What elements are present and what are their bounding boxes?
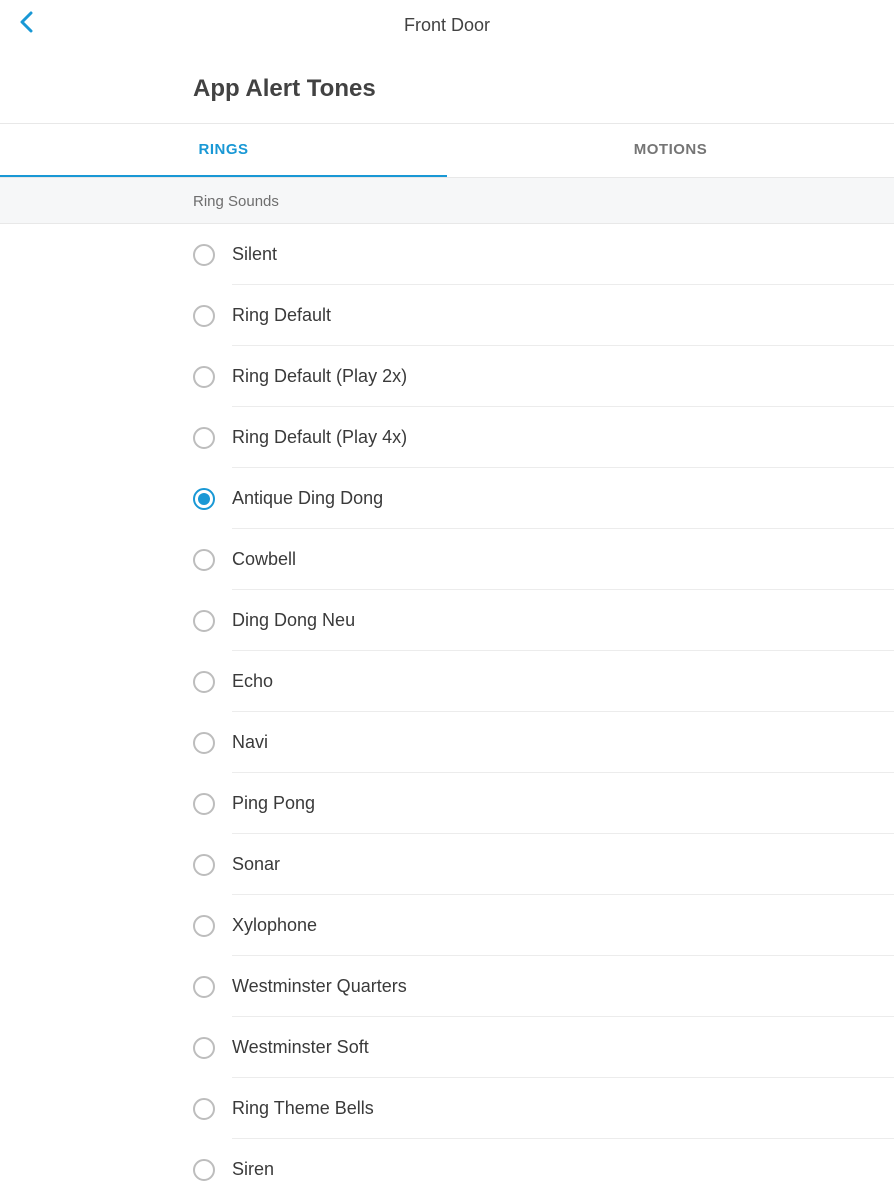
sound-option-content: Ping Pong (232, 773, 894, 834)
sound-option[interactable]: Westminster Soft (0, 1017, 894, 1078)
sound-option-content: Sonar (232, 834, 894, 895)
sound-option[interactable]: Ping Pong (0, 773, 894, 834)
radio-button[interactable] (193, 244, 215, 266)
sound-option-content: Antique Ding Dong (232, 468, 894, 529)
sound-option[interactable]: Navi (0, 712, 894, 773)
radio-button[interactable] (193, 793, 215, 815)
radio-button[interactable] (193, 488, 215, 510)
sound-label: Silent (232, 244, 277, 265)
tab-motions[interactable]: MOTIONS (447, 124, 894, 177)
sound-label: Ding Dong Neu (232, 610, 355, 631)
sound-option[interactable]: Ring Theme Bells (0, 1078, 894, 1139)
sound-label: Antique Ding Dong (232, 488, 383, 509)
sound-option-content: Westminster Quarters (232, 956, 894, 1017)
sound-label: Navi (232, 732, 268, 753)
radio-button[interactable] (193, 1037, 215, 1059)
section-header: Ring Sounds (0, 178, 894, 224)
radio-button[interactable] (193, 732, 215, 754)
sound-label: Sonar (232, 854, 280, 875)
sound-label: Xylophone (232, 915, 317, 936)
sound-option-content: Cowbell (232, 529, 894, 590)
sound-label: Ring Default (232, 305, 331, 326)
radio-button[interactable] (193, 976, 215, 998)
radio-button[interactable] (193, 1098, 215, 1120)
radio-button[interactable] (193, 1159, 215, 1181)
sound-label: Westminster Quarters (232, 976, 407, 997)
sound-option[interactable]: Ding Dong Neu (0, 590, 894, 651)
sound-option[interactable]: Ring Default (Play 2x) (0, 346, 894, 407)
sound-option[interactable]: Xylophone (0, 895, 894, 956)
chevron-left-icon (19, 11, 33, 33)
sound-option-content: Westminster Soft (232, 1017, 894, 1078)
tabs: RINGSMOTIONS (0, 123, 894, 178)
sound-option-content: Ring Default (Play 4x) (232, 407, 894, 468)
sound-option-content: Silent (232, 224, 894, 285)
sound-option-content: Siren (232, 1139, 894, 1200)
sound-option[interactable]: Ring Default (Play 4x) (0, 407, 894, 468)
tab-rings[interactable]: RINGS (0, 124, 447, 177)
header-title: Front Door (404, 15, 490, 36)
back-button[interactable] (14, 10, 38, 34)
sound-option-content: Echo (232, 651, 894, 712)
sound-label: Cowbell (232, 549, 296, 570)
sound-option[interactable]: Siren (0, 1139, 894, 1200)
radio-button[interactable] (193, 854, 215, 876)
sound-label: Westminster Soft (232, 1037, 369, 1058)
sound-label: Echo (232, 671, 273, 692)
sound-option[interactable]: Westminster Quarters (0, 956, 894, 1017)
sound-option[interactable]: Silent (0, 224, 894, 285)
radio-button[interactable] (193, 427, 215, 449)
page-title-container: App Alert Tones (0, 50, 894, 123)
sound-label: Siren (232, 1159, 274, 1180)
radio-button[interactable] (193, 549, 215, 571)
sound-label: Ring Theme Bells (232, 1098, 374, 1119)
sound-label: Ring Default (Play 2x) (232, 366, 407, 387)
page-title: App Alert Tones (193, 75, 894, 103)
radio-button[interactable] (193, 305, 215, 327)
sound-option[interactable]: Antique Ding Dong (0, 468, 894, 529)
sound-list: Silent Ring Default Ring Default (Play 2x)… (0, 224, 894, 1200)
sound-option[interactable]: Echo (0, 651, 894, 712)
sound-label: Ping Pong (232, 793, 315, 814)
header: Front Door (0, 0, 894, 50)
radio-button[interactable] (193, 915, 215, 937)
sound-option-content: Ding Dong Neu (232, 590, 894, 651)
sound-option-content: Ring Default (Play 2x) (232, 346, 894, 407)
radio-button[interactable] (193, 366, 215, 388)
sound-option-content: Navi (232, 712, 894, 773)
sound-option-content: Ring Theme Bells (232, 1078, 894, 1139)
sound-option-content: Ring Default (232, 285, 894, 346)
sound-option[interactable]: Ring Default (0, 285, 894, 346)
radio-button[interactable] (193, 610, 215, 632)
radio-button[interactable] (193, 671, 215, 693)
sound-label: Ring Default (Play 4x) (232, 427, 407, 448)
sound-option-content: Xylophone (232, 895, 894, 956)
sound-option[interactable]: Sonar (0, 834, 894, 895)
sound-option[interactable]: Cowbell (0, 529, 894, 590)
